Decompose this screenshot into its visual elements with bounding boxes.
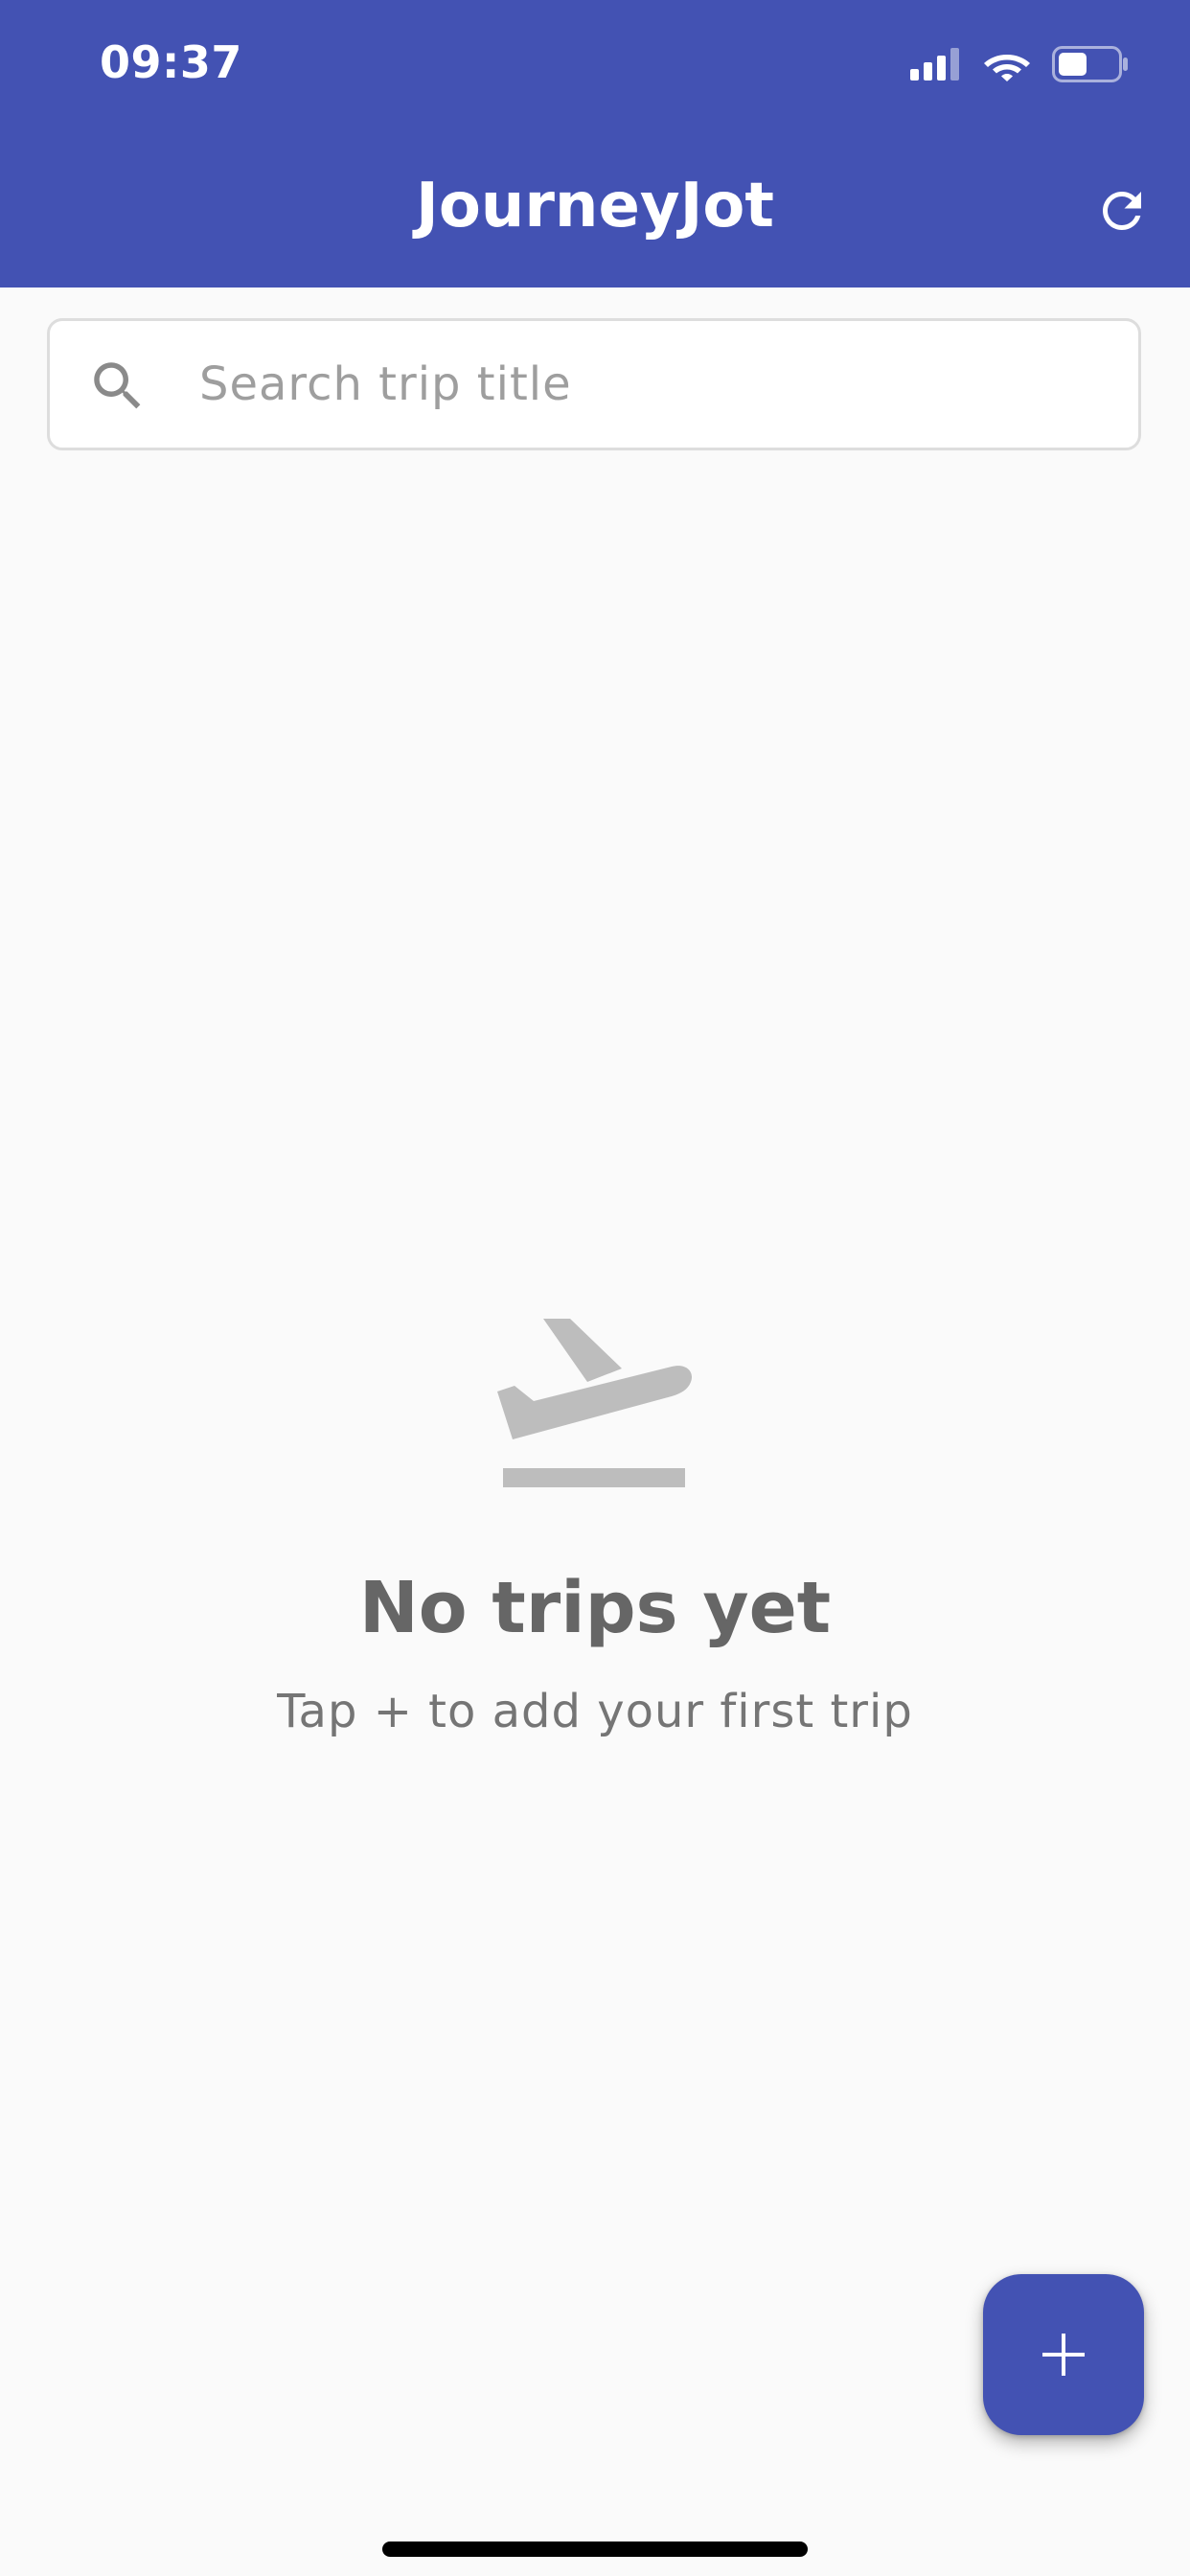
app-title: JourneyJot xyxy=(416,171,774,242)
status-icons xyxy=(910,42,1129,86)
empty-state-subtitle: Tap + to add your first trip xyxy=(277,1685,913,1738)
app-header: 09:37 JourneyJot xyxy=(0,0,1190,288)
wifi-icon xyxy=(984,55,1030,81)
cellular-signal-icon xyxy=(910,48,959,80)
screen: 09:37 JourneyJot Search trip title No tr… xyxy=(0,0,1190,2576)
search-input[interactable] xyxy=(199,321,1119,448)
search-box xyxy=(47,318,1141,450)
flight-takeoff-icon xyxy=(497,1319,693,1487)
add-trip-button[interactable] xyxy=(983,2274,1144,2435)
refresh-button[interactable] xyxy=(1084,172,1160,249)
plus-icon xyxy=(1042,2334,1085,2376)
search-icon xyxy=(94,362,141,409)
empty-state-title: No trips yet xyxy=(358,1567,832,1649)
refresh-icon xyxy=(1103,192,1141,230)
battery-icon xyxy=(1052,46,1128,82)
home-indicator xyxy=(382,2542,808,2557)
status-time: 09:37 xyxy=(100,36,242,88)
